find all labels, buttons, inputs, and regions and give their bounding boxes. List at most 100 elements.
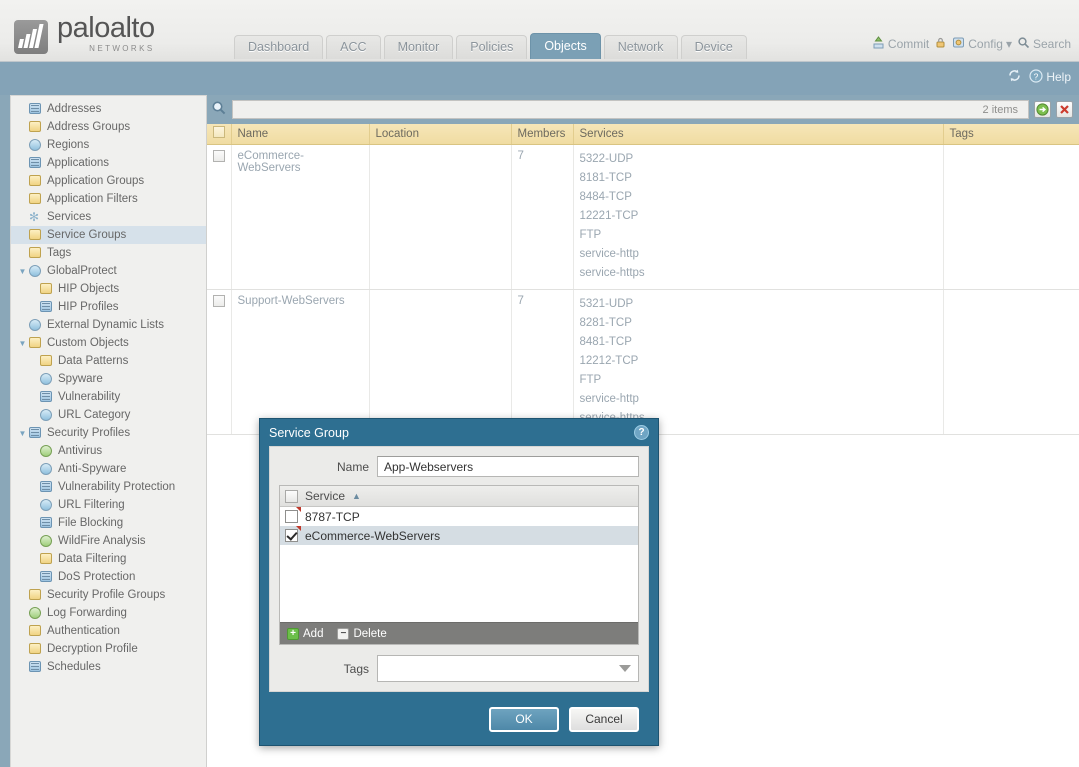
sidebar-item-application-groups[interactable]: Application Groups (11, 172, 206, 190)
sidebar-item-decryption-profile[interactable]: Decryption Profile (11, 640, 206, 658)
tab-monitor[interactable]: Monitor (383, 35, 454, 59)
search-button[interactable]: Search (1017, 36, 1071, 52)
lock-button[interactable] (934, 36, 947, 52)
select-all-services-checkbox[interactable] (285, 489, 298, 503)
help-icon[interactable]: ? (634, 425, 649, 440)
sidebar-item-authentication[interactable]: Authentication (11, 622, 206, 640)
sidebar-item-service-groups[interactable]: Service Groups (11, 226, 206, 244)
tab-objects[interactable]: Objects (530, 33, 601, 59)
row-checkbox[interactable] (213, 149, 225, 162)
help-label: Help (1046, 70, 1071, 84)
commit-button[interactable]: Commit (872, 36, 929, 52)
clear-filter-button[interactable] (1056, 101, 1073, 118)
sidebar-item-log-forwarding[interactable]: Log Forwarding (11, 604, 206, 622)
row-select-cell[interactable] (207, 289, 232, 435)
service-item: FTP (579, 228, 602, 241)
sidebar-item-label: URL Filtering (58, 499, 125, 511)
select-all-header[interactable] (207, 124, 232, 145)
chevron-down-icon[interactable]: ▼ (17, 429, 28, 438)
sidebar-item-url-filtering[interactable]: URL Filtering (11, 496, 206, 514)
config-menu[interactable]: Config ▾ (952, 36, 1012, 52)
list-item[interactable]: eCommerce-WebServers (280, 526, 638, 545)
name-input[interactable] (382, 458, 634, 475)
file-blocking-icon (39, 516, 54, 530)
sidebar-item-schedules[interactable]: Schedules (11, 658, 206, 676)
chevron-down-icon[interactable]: ▼ (17, 267, 28, 276)
tab-network[interactable]: Network (603, 35, 678, 59)
sidebar-item-applications[interactable]: Applications (11, 154, 206, 172)
sidebar-item-dos-protection[interactable]: DoS Protection (11, 568, 206, 586)
select-all-checkbox[interactable] (213, 126, 225, 139)
app-window: paloalto NETWORKS Dashboard ACC Monitor … (0, 0, 1079, 767)
col-name[interactable]: Name (231, 124, 370, 145)
tab-acc[interactable]: ACC (326, 35, 381, 59)
tab-device[interactable]: Device (680, 35, 747, 59)
sidebar-item-security-profile-groups[interactable]: Security Profile Groups (11, 586, 206, 604)
filter-bar: 2 items (207, 95, 1079, 124)
col-tags[interactable]: Tags (943, 124, 1079, 145)
sidebar-item-tags[interactable]: Tags (11, 244, 206, 262)
sidebar-item-url-category[interactable]: URL Category (11, 406, 206, 424)
sidebar-panel: Addresses Address Groups Regions Applicatio… (0, 95, 207, 767)
security-profiles-icon (28, 426, 43, 440)
sidebar-item-addresses[interactable]: Addresses (11, 100, 206, 118)
lock-icon (934, 36, 947, 52)
sidebar-item-vulnerability[interactable]: Vulnerability (11, 388, 206, 406)
table-row[interactable]: eCommerce-WebServers 7 5322-UDP 8181-TCP 848… (207, 144, 1079, 290)
col-services[interactable]: Services (573, 124, 944, 145)
chevron-down-icon[interactable]: ▼ (17, 339, 28, 348)
sidebar-item-antivirus[interactable]: Antivirus (11, 442, 206, 460)
sidebar-item-anti-spyware[interactable]: Anti-Spyware (11, 460, 206, 478)
row-select-cell[interactable] (207, 144, 232, 290)
tab-policies[interactable]: Policies (456, 35, 528, 59)
sidebar-item-spyware[interactable]: Spyware (11, 370, 206, 388)
refresh-icon[interactable] (1007, 68, 1022, 86)
cell-name[interactable]: eCommerce-WebServers (231, 144, 370, 290)
config-icon (952, 36, 965, 52)
service-list-header[interactable]: Service ▲ (280, 486, 638, 507)
sidebar-item-hip-profiles[interactable]: HIP Profiles (11, 298, 206, 316)
sidebar-item-custom-objects[interactable]: ▼ Custom Objects (11, 334, 206, 352)
sidebar-item-hip-objects[interactable]: HIP Objects (11, 280, 206, 298)
sidebar-item-data-patterns[interactable]: Data Patterns (11, 352, 206, 370)
sidebar-item-file-blocking[interactable]: File Blocking (11, 514, 206, 532)
authentication-icon (28, 624, 43, 638)
row-checkbox[interactable] (213, 294, 225, 307)
table-row[interactable]: Support-WebServers 7 5321-UDP 8281-TCP 8481-… (207, 289, 1079, 435)
delete-button[interactable]: − Delete (337, 627, 387, 640)
service-item: 8281-TCP (579, 316, 632, 329)
sidebar-item-globalprotect[interactable]: ▼ GlobalProtect (11, 262, 206, 280)
add-button[interactable]: + Add (287, 627, 323, 640)
brand-name: paloalto (57, 12, 155, 44)
objects-tree: Addresses Address Groups Regions Applicatio… (10, 95, 207, 767)
apply-filter-button[interactable] (1034, 101, 1051, 118)
cell-name[interactable]: Support-WebServers (231, 289, 370, 435)
ok-button[interactable]: OK (489, 706, 559, 732)
sidebar-item-data-filtering[interactable]: Data Filtering (11, 550, 206, 568)
sidebar-item-address-groups[interactable]: Address Groups (11, 118, 206, 136)
sidebar-item-label: HIP Profiles (58, 301, 119, 313)
sidebar-item-external-dynamic-lists[interactable]: External Dynamic Lists (11, 316, 206, 334)
wildfire-analysis-icon (39, 534, 54, 548)
data-patterns-icon (39, 354, 54, 368)
cancel-button[interactable]: Cancel (569, 706, 639, 732)
search-input[interactable] (239, 102, 983, 117)
tags-select[interactable] (377, 655, 639, 682)
url-category-icon (39, 408, 54, 422)
sidebar-item-regions[interactable]: Regions (11, 136, 206, 154)
cell-members: 7 (511, 144, 574, 290)
help-button[interactable]: ? Help (1029, 68, 1071, 86)
col-members[interactable]: Members (511, 124, 574, 145)
col-location[interactable]: Location (369, 124, 512, 145)
tab-dashboard[interactable]: Dashboard (234, 35, 324, 59)
sidebar-item-label: Regions (47, 139, 90, 151)
sidebar-item-services[interactable]: ✻ Services (11, 208, 206, 226)
sidebar-item-wildfire-analysis[interactable]: WildFire Analysis (11, 532, 206, 550)
list-item[interactable]: 8787-TCP (280, 507, 638, 526)
sidebar-item-vulnerability-protection[interactable]: Vulnerability Protection (11, 478, 206, 496)
sidebar-item-security-profiles[interactable]: ▼ Security Profiles (11, 424, 206, 442)
sidebar-item-application-filters[interactable]: Application Filters (11, 190, 206, 208)
sort-ascending-icon[interactable]: ▲ (352, 491, 361, 501)
search-icon[interactable] (211, 100, 227, 119)
top-bar: paloalto NETWORKS Dashboard ACC Monitor … (0, 0, 1079, 62)
